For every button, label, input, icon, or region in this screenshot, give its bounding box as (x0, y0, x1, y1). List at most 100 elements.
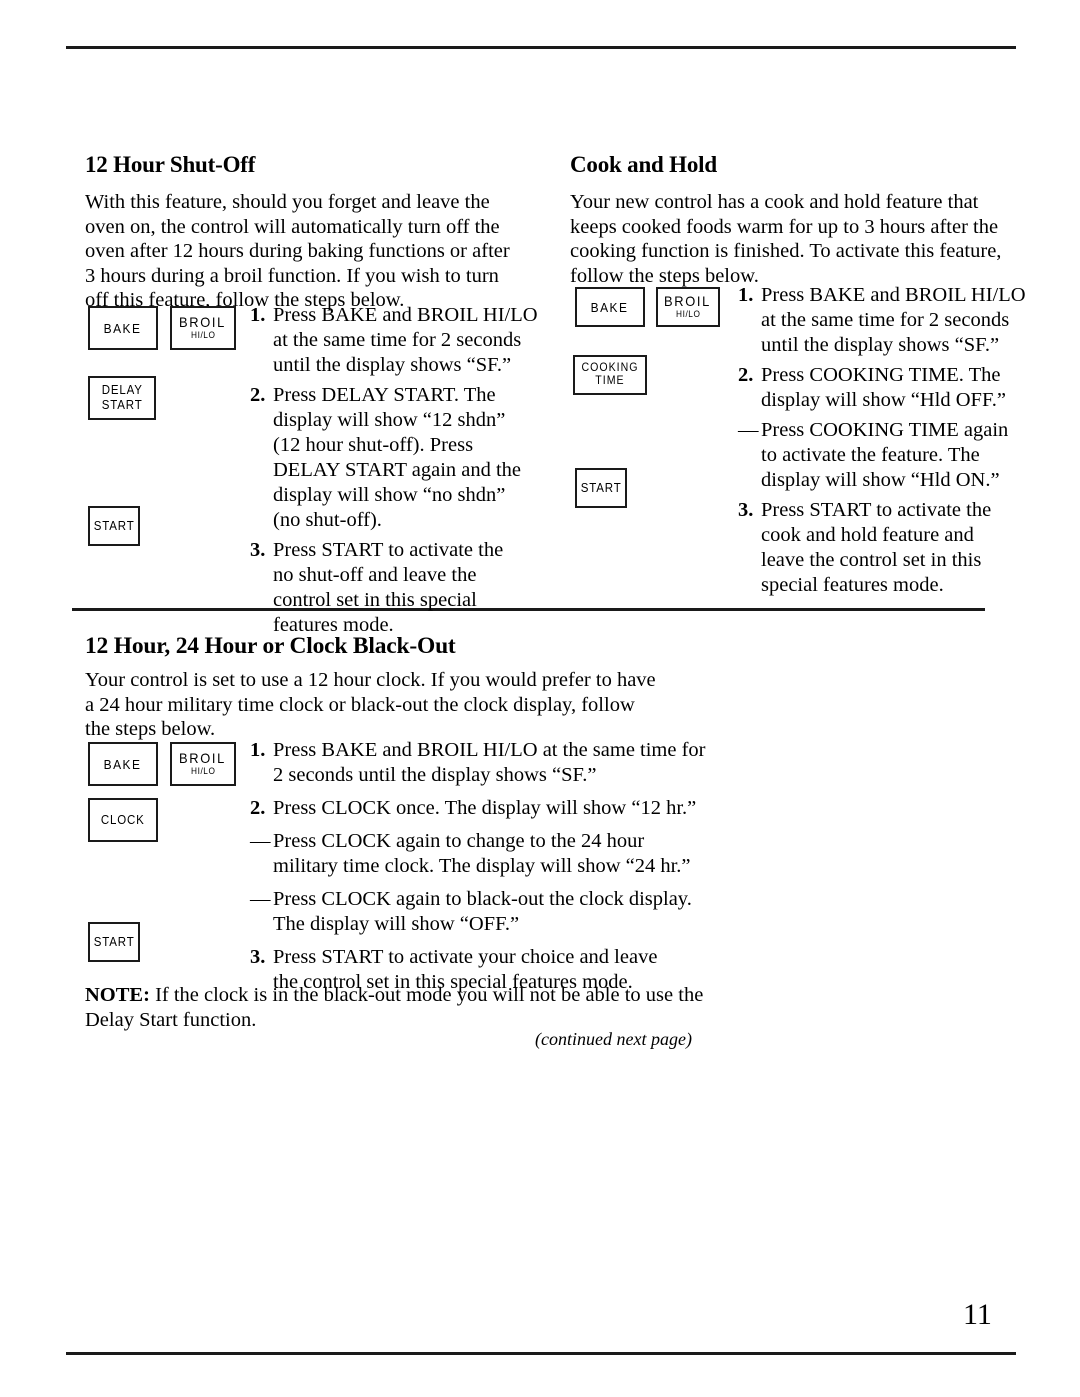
button-start-label: START (93, 518, 135, 533)
step-line: at the same time for 2 seconds (761, 309, 1010, 331)
button-delay-start-label-line2: START (101, 398, 143, 412)
step-line: (12 hour shut-off). Press (273, 434, 474, 456)
step-line: display will show “no shdn” (273, 484, 506, 506)
step-item: 1. Press BAKE and BROIL HI/LO at the sam… (738, 283, 1028, 358)
cook-and-hold-intro-paragraph: Your new control has a cook and hold fea… (570, 190, 1001, 288)
footer-rule (66, 1352, 1016, 1355)
clock-blackout-steps-list: 1. Press BAKE and BROIL HI/LO at the sam… (250, 738, 706, 995)
button-broil-hi-lo[interactable]: BROIL HI/LO (656, 287, 720, 327)
step-line: Press CLOCK once. The display will show … (273, 797, 697, 819)
step-line: until the display shows “SF.” (761, 334, 1000, 356)
button-broil-sublabel: HI/LO (190, 330, 216, 340)
button-broil-sublabel: HI/LO (675, 309, 701, 319)
step-line: Press CLOCK again to black-out the clock… (273, 888, 692, 910)
header-rule (66, 46, 1016, 49)
intro-line: a 24 hour military time clock or black-o… (85, 693, 635, 716)
step-line: The display will show “OFF.” (273, 913, 520, 935)
step-marker: 3. (250, 539, 266, 561)
note-first-line: NOTE: If the clock is in the black-out m… (85, 983, 703, 1008)
step-line: control set in this special (273, 589, 477, 611)
step-marker-dash: — (738, 419, 758, 441)
step-line: leave the control set in this (761, 549, 982, 571)
step-marker: 2. (250, 797, 266, 819)
button-cooking-time-label-line2: TIME (595, 375, 625, 387)
button-broil-hi-lo[interactable]: BROIL HI/LO (170, 306, 236, 350)
button-start-label: START (93, 934, 135, 949)
step-line: to activate the feature. The (761, 444, 980, 466)
step-marker: 1. (250, 304, 266, 326)
button-start[interactable]: START (575, 468, 627, 508)
step-marker: 1. (738, 284, 754, 306)
step-line: 2 seconds until the display shows “SF.” (273, 764, 597, 786)
step-line: Press COOKING TIME again (761, 419, 1009, 441)
shut-off-steps-list: 1. Press BAKE and BROIL HI/LO at the sam… (250, 303, 540, 638)
button-bake[interactable]: BAKE (575, 287, 645, 327)
step-line: display will show “12 shdn” (273, 409, 506, 431)
button-start[interactable]: START (88, 922, 140, 962)
step-line: Press DELAY START. The (273, 384, 496, 406)
step-marker: 1. (250, 739, 266, 761)
step-item: 2. Press COOKING TIME. The display will … (738, 363, 1028, 413)
button-broil-sublabel: HI/LO (190, 766, 216, 776)
step-line: Press START to activate the (273, 539, 504, 561)
continued-next-page-note: (continued next page) (535, 1029, 692, 1049)
button-bake[interactable]: BAKE (88, 742, 158, 786)
intro-line: oven on, the control will automatically … (85, 215, 500, 238)
button-bake-label: BAKE (591, 299, 629, 315)
step-line: at the same time for 2 seconds (273, 329, 522, 351)
intro-line: With this feature, should you forget and… (85, 191, 490, 213)
step-item: 2. Press CLOCK once. The display will sh… (250, 796, 700, 821)
step-line: display will show “Hld OFF.” (761, 389, 1006, 411)
step-line: Press BAKE and BROIL HI/LO at the same t… (273, 739, 706, 761)
intro-line: keeps cooked foods warm for up to 3 hour… (570, 215, 999, 238)
step-item: 1. Press BAKE and BROIL HI/LO at the sam… (250, 738, 706, 788)
step-line: DELAY START again and the (273, 459, 522, 481)
button-clock[interactable]: CLOCK (88, 798, 158, 842)
note-line: If the clock is in the black-out mode yo… (149, 984, 704, 1006)
step-marker: 3. (250, 946, 266, 968)
button-bake-label: BAKE (104, 756, 142, 772)
step-item: 3. Press START to activate the cook and … (738, 498, 1028, 598)
clock-blackout-intro-paragraph: Your control is set to use a 12 hour clo… (85, 668, 656, 742)
section-heading-clock-blackout: 12 Hour, 24 Hour or Clock Black-Out (85, 633, 456, 659)
step-item: 1. Press BAKE and BROIL HI/LO at the sam… (250, 303, 540, 378)
cook-and-hold-steps-list: 1. Press BAKE and BROIL HI/LO at the sam… (738, 283, 1028, 598)
button-broil-label: BROIL (179, 750, 227, 766)
step-line: display will show “Hld ON.” (761, 469, 1000, 491)
button-cooking-time[interactable]: COOKING TIME (573, 355, 647, 395)
shut-off-intro-paragraph: With this feature, should you forget and… (85, 190, 510, 313)
button-broil-hi-lo[interactable]: BROIL HI/LO (170, 742, 236, 786)
step-item-dash: — Press CLOCK again to change to the 24 … (250, 829, 700, 879)
step-marker-dash: — (250, 830, 270, 852)
step-line: Press COOKING TIME. The (761, 364, 1001, 386)
step-marker: 2. (738, 364, 754, 386)
intro-line: 3 hours during a broil function. If you … (85, 264, 499, 287)
step-item: 3. Press START to activate the no shut-o… (250, 538, 540, 638)
button-start[interactable]: START (88, 506, 140, 546)
step-item: 2. Press DELAY START. The display will s… (250, 383, 540, 533)
step-line: Press CLOCK again to change to the 24 ho… (273, 830, 645, 852)
step-marker: 2. (250, 384, 266, 406)
intro-line: Your control is set to use a 12 hour clo… (85, 669, 656, 691)
button-delay-start-label-line1: DELAY (101, 383, 143, 397)
step-line: Press START to activate the (761, 499, 992, 521)
section-heading-cook-and-hold: Cook and Hold (570, 152, 717, 177)
step-line: Press BAKE and BROIL HI/LO (761, 284, 1026, 306)
step-item-dash: — Press COOKING TIME again to activate t… (738, 418, 1028, 493)
page-number: 11 (963, 1298, 992, 1331)
intro-line: cooking function is finished. To activat… (570, 240, 1002, 263)
step-line: Press START to activate your choice and … (273, 946, 658, 968)
step-line: Press BAKE and BROIL HI/LO (273, 304, 538, 326)
button-bake[interactable]: BAKE (88, 306, 158, 350)
step-marker: 3. (738, 499, 754, 521)
section-heading-shut-off: 12 Hour Shut-Off (85, 152, 256, 177)
manual-page: 12 Hour Shut-Off With this feature, shou… (0, 0, 1080, 1397)
step-line: military time clock. The display will sh… (273, 855, 691, 877)
intro-line: Your new control has a cook and hold fea… (570, 191, 979, 213)
button-clock-label: CLOCK (101, 812, 145, 827)
note-block: NOTE: If the clock is in the black-out m… (85, 983, 703, 1033)
step-marker-dash: — (250, 888, 270, 910)
step-line: (no shut-off). (273, 509, 382, 531)
button-delay-start[interactable]: DELAY START (88, 376, 156, 420)
button-cooking-time-label-line1: COOKING (581, 362, 639, 374)
